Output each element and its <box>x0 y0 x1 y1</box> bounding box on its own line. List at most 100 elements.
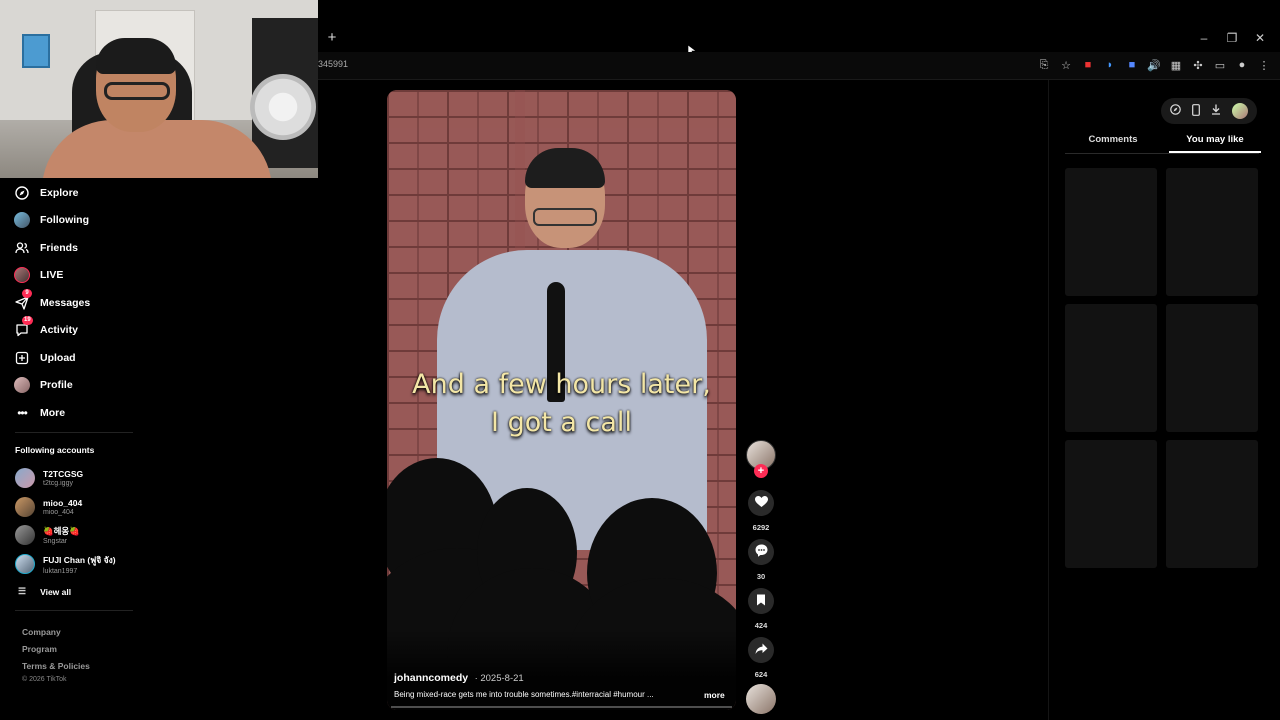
nav-more-label: More <box>40 407 66 419</box>
save-button[interactable] <box>748 588 774 614</box>
puzzle-icon[interactable]: ✣ <box>1190 57 1206 73</box>
account-handle: t2tcg.iggy <box>43 480 73 487</box>
webcam-person-body <box>42 120 272 178</box>
share-count: 624 <box>754 670 768 679</box>
nav-explore[interactable]: Explore <box>14 183 79 203</box>
suggested-video-thumbnail[interactable] <box>1065 440 1157 568</box>
suggested-video-thumbnail[interactable] <box>1166 440 1258 568</box>
kebab-menu-icon[interactable]: ⋮ <box>1256 57 1272 73</box>
right-panel-tabs: Comments You may like <box>1065 134 1261 154</box>
nav-profile-label: Profile <box>40 379 73 391</box>
more-dots-icon: ••• <box>17 406 28 420</box>
video-meta: johanncomedy · 2025-8-21 Being mixed-rac… <box>394 668 730 700</box>
extension-gray-icon[interactable]: ▦ <box>1168 57 1184 73</box>
view-all-label: View all <box>40 586 72 597</box>
nav-messages-label: Messages <box>40 297 91 309</box>
bookmark-icon <box>756 594 766 609</box>
extension-shield-icon[interactable]: ■ <box>1124 57 1140 73</box>
profile-icon[interactable]: ● <box>1234 57 1250 73</box>
tab-comments[interactable]: Comments <box>1065 134 1161 145</box>
account-item[interactable]: 🍓헤옹🍓 Sngstar <box>15 523 80 547</box>
video-caption-line-2: I got a call <box>491 407 632 438</box>
video-caption-line-1: And a few hours later, <box>412 369 711 400</box>
heart-icon <box>754 495 768 511</box>
copyright-text: © 2026 TikTok <box>22 676 67 683</box>
webcam-person-glasses <box>104 82 170 100</box>
right-panel: Comments You may like <box>1048 80 1280 720</box>
tab-you-may-like[interactable]: You may like <box>1167 134 1263 153</box>
view-all-button[interactable]: ☰ View all <box>18 586 71 597</box>
suggested-video-thumbnail[interactable] <box>1166 304 1258 432</box>
left-sidebar: Explore Following Friends LIVE 9 Message… <box>0 178 140 720</box>
description-more-button[interactable]: more <box>704 690 725 700</box>
suggested-video-thumbnail[interactable] <box>1065 168 1157 296</box>
list-icon: ☰ <box>18 586 27 596</box>
star-icon[interactable]: ☆ <box>1058 57 1074 73</box>
close-window-button[interactable]: ✕ <box>1246 28 1274 48</box>
suggested-video-thumbnail[interactable] <box>1166 168 1258 296</box>
webcam-person-hair <box>96 38 176 74</box>
extension-blue-icon[interactable]: ◗ <box>1102 57 1118 73</box>
install-icon[interactable]: ⎘ <box>1036 57 1052 73</box>
account-avatar <box>15 468 35 488</box>
like-button[interactable] <box>748 490 774 516</box>
phone-icon[interactable] <box>1192 103 1201 119</box>
suggested-video-thumbnail[interactable] <box>1065 304 1157 432</box>
download-icon[interactable] <box>1211 104 1221 118</box>
cast-icon[interactable]: ▭ <box>1212 57 1228 73</box>
minimize-button[interactable]: – <box>1190 28 1218 48</box>
account-name: T2TCGSG <box>43 469 84 479</box>
friends-icon <box>14 240 30 256</box>
footer-company-link[interactable]: Company <box>22 627 61 637</box>
nav-friends[interactable]: Friends <box>14 238 78 258</box>
nav-more[interactable]: ••• More <box>14 403 65 423</box>
footer-terms-link[interactable]: Terms & Policies <box>22 661 90 671</box>
new-tab-button[interactable]: + <box>324 30 340 46</box>
webcam-overlay <box>0 0 318 178</box>
messages-badge: 9 <box>22 289 32 298</box>
nav-explore-label: Explore <box>40 187 79 199</box>
compass-icon[interactable] <box>1170 104 1182 118</box>
account-item[interactable]: mioo_404 mioo_404 <box>15 495 82 519</box>
video-date: · 2025-8-21 <box>474 673 524 684</box>
account-handle: mioo_404 <box>43 509 74 516</box>
sound-avatar[interactable] <box>746 684 776 714</box>
account-name: FUJI Chan (ฟูจิ จัง) <box>43 555 116 565</box>
account-item[interactable]: FUJI Chan (ฟูจิ จัง) luktan1997 <box>15 552 116 576</box>
video-author[interactable]: johanncomedy <box>394 672 468 684</box>
profile-avatar-icon[interactable] <box>1231 103 1248 119</box>
account-avatar <box>15 497 35 517</box>
comedian-glasses <box>533 208 597 226</box>
comment-count: 30 <box>756 572 766 581</box>
video-caption: And a few hours later, I got a call <box>387 366 736 442</box>
like-count: 6292 <box>752 523 770 532</box>
account-item[interactable]: T2TCGSG t2tcg.iggy <box>15 466 83 490</box>
following-avatar-icon <box>14 212 30 228</box>
nav-messages[interactable]: 9 Messages <box>14 289 91 313</box>
inbox-icon: 19 <box>14 316 33 338</box>
nav-activity-label: Activity <box>40 324 78 336</box>
nav-activity[interactable]: 19 Activity <box>14 316 78 340</box>
maximize-button[interactable]: ❐ <box>1218 28 1246 48</box>
nav-following[interactable]: Following <box>14 210 89 230</box>
video-progress-bar[interactable] <box>391 706 732 708</box>
footer-program-link[interactable]: Program <box>22 644 57 654</box>
window-controls: – ❐ ✕ <box>1190 28 1274 48</box>
address-bar-text[interactable]: 345991 <box>318 59 348 69</box>
right-panel-toolbar <box>1161 98 1257 124</box>
account-handle: luktan1997 <box>43 568 78 575</box>
share-button[interactable] <box>748 637 774 663</box>
nav-live[interactable]: LIVE <box>14 265 63 285</box>
extension-red-icon[interactable]: ■ <box>1080 57 1096 73</box>
comment-bubble-icon <box>755 544 768 560</box>
volume-icon[interactable]: 🔊 <box>1146 57 1162 73</box>
nav-following-label: Following <box>40 214 89 226</box>
nav-friends-label: Friends <box>40 242 78 254</box>
paper-plane-icon: 9 <box>14 289 32 311</box>
follow-plus-button[interactable]: + <box>754 464 768 478</box>
video-player[interactable]: And a few hours later, I got a call joha… <box>387 90 736 710</box>
comment-button[interactable] <box>748 539 774 565</box>
profile-avatar-icon <box>14 377 30 393</box>
nav-upload[interactable]: Upload <box>14 348 76 368</box>
nav-profile[interactable]: Profile <box>14 375 73 395</box>
